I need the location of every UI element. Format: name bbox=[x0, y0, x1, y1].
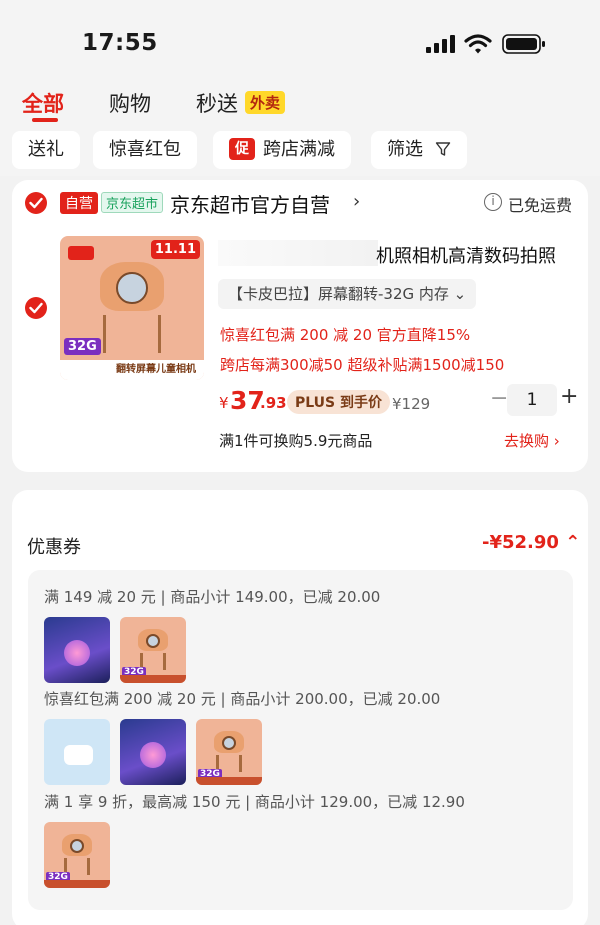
redpacket-chip-label: 惊喜红包 bbox=[109, 139, 181, 160]
tab-all[interactable]: 全部 bbox=[22, 88, 64, 118]
storage-badge: 32G bbox=[64, 338, 101, 355]
redpacket-chip[interactable]: 惊喜红包 bbox=[93, 131, 197, 169]
checkmark-icon bbox=[29, 302, 43, 314]
promo-line-1: 惊喜红包满 200 减 20 官方直降15% bbox=[220, 326, 471, 344]
cross-store-chip-label: 跨店满减 bbox=[263, 139, 335, 160]
quantity-input[interactable]: 1 bbox=[507, 384, 557, 416]
coupon-item-thumbnail[interactable]: 32G bbox=[196, 719, 262, 785]
battery-icon bbox=[502, 34, 545, 54]
coupon-item-thumbnail[interactable]: 32G bbox=[120, 617, 186, 683]
free-shipping-label: 已免运费 bbox=[508, 196, 573, 215]
coupon-title: 优惠券 bbox=[27, 537, 81, 558]
promo-tag: 促 bbox=[229, 138, 255, 160]
price-decimal: .93 bbox=[260, 394, 287, 412]
quantity-increase-button[interactable]: + bbox=[560, 384, 578, 409]
jd-supermarket-tag: 京东超市 bbox=[101, 192, 164, 213]
coupon-item-thumbnail[interactable] bbox=[120, 719, 186, 785]
swap-offer-link[interactable]: 去换购 › bbox=[504, 430, 560, 451]
filter-bar: 送礼 惊喜红包 促跨店满减 筛选 bbox=[0, 128, 600, 176]
tab-express[interactable]: 秒送 bbox=[196, 88, 238, 118]
quantity-decrease-button[interactable]: − bbox=[490, 386, 508, 411]
clock: 17:55 bbox=[82, 30, 158, 56]
takeout-badge: 外卖 bbox=[245, 91, 286, 114]
swap-offer-text: 满1件可换购5.9元商品 bbox=[219, 432, 373, 450]
coupon-rule-3: 满 1 享 9 折，最高减 150 元 | 商品小计 129.00，已减 12.… bbox=[44, 793, 465, 811]
product-checkbox[interactable] bbox=[25, 297, 47, 319]
funnel-icon bbox=[435, 142, 450, 156]
tab-shopping[interactable]: 购物 bbox=[109, 88, 151, 118]
info-icon[interactable]: i bbox=[484, 193, 502, 211]
filter-chip-label: 筛选 bbox=[387, 139, 423, 160]
original-price: ¥129 bbox=[392, 395, 431, 413]
coupon-details: 满 149 减 20 元 | 商品小计 149.00，已减 20.00 32G … bbox=[28, 570, 573, 910]
image-caption: 翻转屏幕儿童相机 bbox=[60, 360, 204, 380]
wifi-icon bbox=[464, 34, 492, 54]
price-currency: ¥ bbox=[219, 394, 229, 412]
product-image[interactable]: 11.11 32G 翻转屏幕儿童相机 bbox=[60, 236, 204, 380]
coupon-item-thumbnail[interactable] bbox=[44, 617, 110, 683]
gift-chip[interactable]: 送礼 bbox=[12, 131, 80, 169]
active-tab-indicator bbox=[32, 118, 58, 122]
store-checkbox[interactable] bbox=[25, 192, 47, 214]
title-redaction bbox=[218, 240, 378, 266]
coupon-item-thumbnail[interactable] bbox=[44, 719, 110, 785]
gift-chip-label: 送礼 bbox=[28, 139, 64, 160]
coupon-rule-1: 满 149 减 20 元 | 商品小计 149.00，已减 20.00 bbox=[44, 588, 381, 606]
coupon-total-toggle[interactable]: -¥52.90 ⌃ bbox=[482, 532, 580, 553]
product-title[interactable]: 机照相机高清数码拍照 bbox=[376, 242, 556, 268]
cross-store-chip[interactable]: 促跨店满减 bbox=[213, 131, 351, 169]
category-tabs: 全部 购物 秒送 外卖 bbox=[0, 80, 600, 128]
sale-badge: 11.11 bbox=[150, 240, 200, 259]
plus-price-badge: PLUS 到手价 bbox=[287, 390, 391, 414]
signal-icon bbox=[426, 35, 455, 53]
filter-chip[interactable]: 筛选 bbox=[371, 131, 467, 169]
status-bar: 17:55 bbox=[0, 0, 600, 80]
coupon-panel: 优惠券 -¥52.90 ⌃ 满 149 减 20 元 | 商品小计 149.00… bbox=[12, 490, 588, 925]
store-arrow[interactable]: › bbox=[353, 191, 360, 212]
promo-line-2: 跨店每满300减50 超级补贴满1500减150 bbox=[220, 356, 505, 374]
spec-selector[interactable]: 【卡皮巴拉】屏幕翻转-32G 内存 ⌄ bbox=[218, 279, 477, 309]
coupon-item-thumbnail[interactable]: 32G bbox=[44, 822, 110, 888]
checkmark-icon bbox=[29, 197, 43, 209]
store-card: 自营 京东超市 京东超市官方自营 › i 已免运费 11.11 32G 翻转屏幕… bbox=[12, 180, 588, 472]
store-name[interactable]: 京东超市官方自营 bbox=[170, 189, 330, 218]
self-operated-tag: 自营 bbox=[60, 192, 98, 214]
coupon-rule-2: 惊喜红包满 200 减 20 元 | 商品小计 200.00，已减 20.00 bbox=[44, 690, 441, 708]
